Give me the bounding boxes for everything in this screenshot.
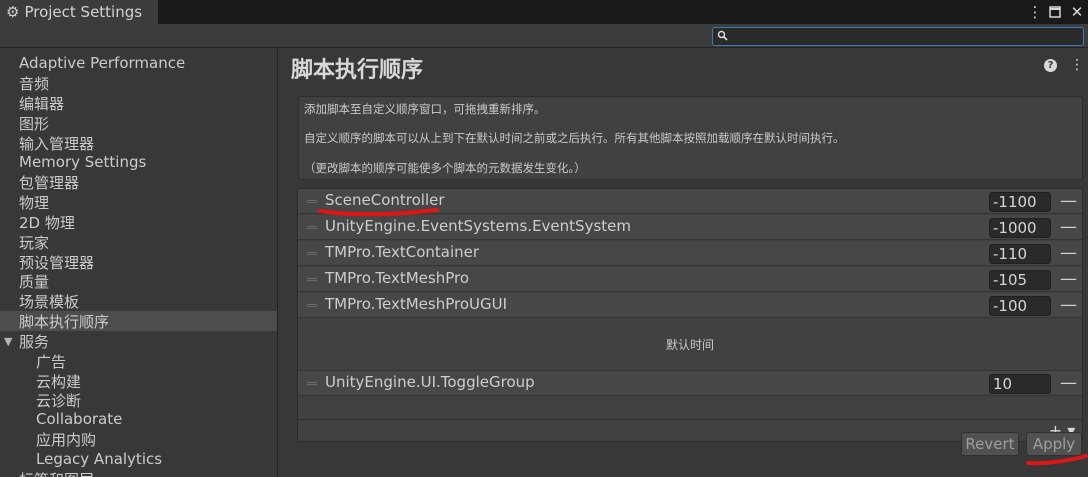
remove-button[interactable]: —	[1060, 217, 1077, 237]
sidebar-item-ads[interactable]: 广告	[0, 351, 277, 371]
main-panel: 脚本执行顺序 ? ⋮ 添加脚本至自定义顺序窗口，可拖拽重新排序。 自定义顺序的脚…	[279, 49, 1088, 477]
sidebar-item-tags-and-layers[interactable]: 标签和图层	[0, 469, 277, 477]
list-item[interactable]: SceneController -1100 —	[298, 189, 1082, 214]
list-item[interactable]: TMPro.TextMeshProUGUI -100 —	[298, 293, 1082, 318]
info-line-3: （更改脚本的顺序可能使多个脚本的元数据发生变化。）	[304, 161, 586, 175]
remove-button[interactable]: —	[1060, 191, 1077, 211]
revert-button[interactable]: Revert	[961, 432, 1019, 456]
info-line-2: 自定义顺序的脚本可以从上到下在默认时间之前或之后执行。所有其他脚本按照加载顺序在…	[304, 131, 845, 145]
drag-handle-icon[interactable]	[307, 304, 317, 307]
close-icon[interactable]: ✕	[1066, 0, 1088, 24]
script-name: TMPro.TextMeshProUGUI	[325, 295, 508, 313]
remove-button[interactable]: —	[1060, 269, 1077, 289]
script-name: UnityEngine.EventSystems.EventSystem	[325, 217, 631, 235]
sidebar-item-cloud-build[interactable]: 云构建	[0, 371, 277, 391]
drag-handle-icon[interactable]	[307, 252, 317, 255]
list-item[interactable]: TMPro.TextMeshPro -105 —	[298, 267, 1082, 292]
sidebar-item-package-manager[interactable]: 包管理器	[0, 172, 277, 192]
sidebar-item-quality[interactable]: 质量	[0, 271, 277, 291]
remove-button[interactable]: —	[1060, 243, 1077, 263]
sidebar-item-editor[interactable]: 编辑器	[0, 93, 277, 113]
search-icon	[717, 30, 729, 42]
window-tab[interactable]: ⚙ Project Settings	[0, 0, 158, 24]
sidebar-item-adaptive-performance[interactable]: Adaptive Performance	[0, 53, 277, 73]
sidebar-item-in-app-purchasing[interactable]: 应用内购	[0, 429, 277, 449]
order-field[interactable]: -100	[989, 296, 1051, 316]
order-field[interactable]: -1100	[989, 192, 1051, 212]
window-title: Project Settings	[24, 3, 143, 21]
toolbar	[0, 24, 1088, 48]
list-item[interactable]: UnityEngine.UI.ToggleGroup 10 —	[298, 371, 1082, 396]
sidebar-item-physics[interactable]: 物理	[0, 192, 277, 212]
help-icon[interactable]: ?	[1044, 59, 1057, 72]
sidebar-item-collaborate[interactable]: Collaborate	[0, 409, 277, 429]
kebab-icon[interactable]: ⋮	[1024, 0, 1046, 24]
page-title: 脚本执行顺序	[291, 58, 424, 83]
script-name: UnityEngine.UI.ToggleGroup	[325, 373, 535, 391]
script-name: TMPro.TextContainer	[325, 243, 480, 261]
sidebar-item-graphics[interactable]: 图形	[0, 113, 277, 133]
list-item[interactable]: TMPro.TextContainer -110 —	[298, 241, 1082, 266]
maximize-icon[interactable]	[1044, 0, 1066, 24]
sidebar-item-player[interactable]: 玩家	[0, 232, 277, 252]
order-field[interactable]: -110	[989, 244, 1051, 264]
sidebar-item-preset-manager[interactable]: 预设管理器	[0, 252, 277, 272]
search-input[interactable]	[712, 27, 1084, 46]
sidebar-item-legacy-analytics[interactable]: Legacy Analytics	[0, 449, 277, 469]
drag-handle-icon[interactable]	[307, 200, 317, 203]
sidebar-item-memory-settings[interactable]: Memory Settings	[0, 152, 277, 172]
order-field[interactable]: -1000	[989, 218, 1051, 238]
sidebar-item-physics-2d[interactable]: 2D 物理	[0, 212, 277, 232]
apply-button[interactable]: Apply	[1026, 432, 1082, 456]
default-time-divider: 默认时间	[298, 319, 1082, 371]
sidebar-item-script-execution-order[interactable]: 脚本执行顺序	[0, 311, 277, 331]
remove-button[interactable]: —	[1060, 373, 1077, 393]
gear-icon: ⚙	[6, 3, 20, 21]
drag-handle-icon[interactable]	[307, 226, 317, 229]
title-bar: ⚙ Project Settings ⋮ ✕	[0, 0, 1088, 24]
sidebar-item-services[interactable]: ▼ 服务	[0, 331, 277, 351]
expand-arrow-icon[interactable]: ▼	[4, 335, 12, 348]
settings-sidebar: Adaptive Performance 音频 编辑器 图形 输入管理器 Mem…	[0, 49, 278, 477]
list-item[interactable]: UnityEngine.EventSystems.EventSystem -10…	[298, 215, 1082, 240]
info-line-1: 添加脚本至自定义顺序窗口，可拖拽重新排序。	[304, 102, 546, 116]
sidebar-item-input-manager[interactable]: 输入管理器	[0, 133, 277, 153]
script-order-list: SceneController -1100 — UnityEngine.Even…	[297, 188, 1083, 420]
order-field[interactable]: -105	[989, 270, 1051, 290]
sidebar-item-cloud-diagnostics[interactable]: 云诊断	[0, 390, 277, 410]
drag-handle-icon[interactable]	[307, 382, 317, 385]
remove-button[interactable]: —	[1060, 295, 1077, 315]
script-name: TMPro.TextMeshPro	[325, 269, 470, 287]
script-name: SceneController	[325, 191, 445, 209]
panel-menu-icon[interactable]: ⋮	[1070, 57, 1084, 73]
sidebar-item-scene-template[interactable]: 场景模板	[0, 291, 277, 311]
info-box: 添加脚本至自定义顺序窗口，可拖拽重新排序。 自定义顺序的脚本可以从上到下在默认时…	[298, 96, 1083, 180]
drag-handle-icon[interactable]	[307, 278, 317, 281]
sidebar-item-audio[interactable]: 音频	[0, 73, 277, 93]
order-field[interactable]: 10	[989, 374, 1051, 394]
